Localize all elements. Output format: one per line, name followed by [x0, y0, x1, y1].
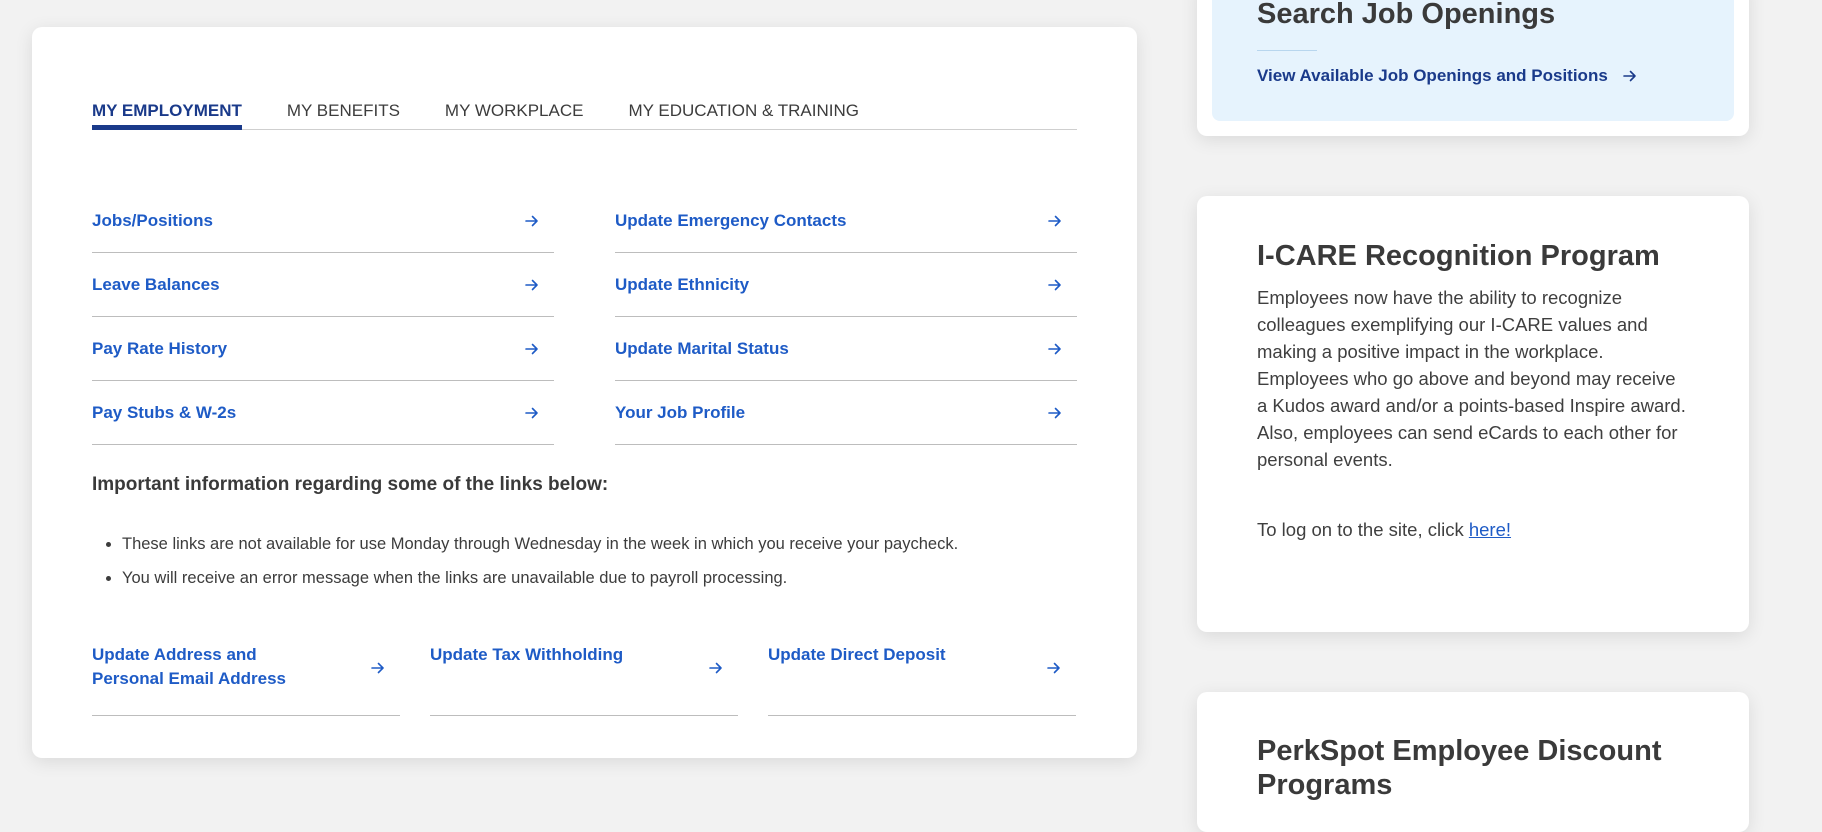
arrow-right-icon	[525, 343, 538, 354]
link-update-emergency-contacts[interactable]: Update Emergency Contacts	[615, 189, 1077, 253]
employment-link-grid: Jobs/Positions Update Emergency Contacts…	[92, 189, 1077, 445]
tab-bar: MY EMPLOYMENT MY BENEFITS MY WORKPLACE M…	[92, 73, 1077, 130]
payroll-link-row: Update Address and Personal Email Addres…	[92, 637, 1077, 716]
link-label: Jobs/Positions	[92, 210, 213, 230]
link-view-job-openings[interactable]: View Available Job Openings and Position…	[1257, 66, 1652, 86]
link-label: Update Ethnicity	[615, 274, 750, 294]
arrow-right-icon	[1047, 662, 1060, 674]
tab-my-benefits[interactable]: MY BENEFITS	[287, 73, 400, 129]
arrow-right-icon	[525, 215, 538, 226]
important-info-heading: Important information regarding some of …	[92, 474, 609, 495]
link-label: Your Job Profile	[615, 402, 746, 422]
link-update-ethnicity[interactable]: Update Ethnicity	[615, 253, 1077, 317]
my-employment-card: MY EMPLOYMENT MY BENEFITS MY WORKPLACE M…	[32, 27, 1137, 758]
link-label: Update Emergency Contacts	[615, 210, 847, 230]
list-item: You will receive an error message when t…	[122, 561, 1082, 595]
link-jobs-positions[interactable]: Jobs/Positions	[92, 189, 554, 253]
icare-card: I-CARE Recognition Program Employees now…	[1197, 196, 1749, 632]
link-your-job-profile[interactable]: Your Job Profile	[615, 381, 1077, 445]
link-pay-rate-history[interactable]: Pay Rate History	[92, 317, 554, 381]
search-jobs-panel: Search Job Openings View Available Job O…	[1212, 0, 1734, 121]
tab-my-employment[interactable]: MY EMPLOYMENT	[92, 73, 242, 130]
icare-title: I-CARE Recognition Program	[1257, 240, 1660, 272]
link-update-marital-status[interactable]: Update Marital Status	[615, 317, 1077, 381]
search-jobs-card: Search Job Openings View Available Job O…	[1197, 0, 1749, 136]
arrow-right-icon	[1622, 70, 1636, 82]
arrow-right-icon	[1048, 343, 1061, 354]
search-jobs-title: Search Job Openings	[1257, 0, 1556, 30]
divider	[1257, 50, 1317, 51]
link-leave-balances[interactable]: Leave Balances	[92, 253, 554, 317]
icare-login-text: To log on to the site, click here!	[1257, 519, 1511, 541]
link-update-tax-withholding[interactable]: Update Tax Withholding	[430, 637, 738, 716]
link-label: Pay Stubs & W-2s	[92, 402, 237, 422]
perkspot-title: PerkSpot Employee Discount Programs	[1257, 735, 1662, 801]
link-pay-stubs-w2s[interactable]: Pay Stubs & W-2s	[92, 381, 554, 445]
perkspot-card: PerkSpot Employee Discount Programs	[1197, 692, 1749, 832]
arrow-right-icon	[525, 279, 538, 290]
tab-my-education-training[interactable]: MY EDUCATION & TRAINING	[628, 73, 858, 129]
login-prefix: To log on to the site, click	[1257, 519, 1469, 540]
arrow-right-icon	[1048, 407, 1061, 418]
arrow-right-icon	[709, 662, 722, 674]
link-label: Leave Balances	[92, 274, 220, 294]
icare-description: Employees now have the ability to recogn…	[1257, 287, 1686, 470]
link-label: Update Marital Status	[615, 338, 789, 358]
link-label: Update Address and Personal Email Addres…	[92, 645, 287, 688]
arrow-right-icon	[371, 662, 384, 674]
link-update-address-email[interactable]: Update Address and Personal Email Addres…	[92, 637, 400, 716]
icare-login-link[interactable]: here!	[1469, 519, 1511, 540]
arrow-right-icon	[1048, 279, 1061, 290]
list-item: These links are not available for use Mo…	[122, 527, 1082, 561]
link-label: Update Direct Deposit	[768, 645, 946, 664]
arrow-right-icon	[1048, 215, 1061, 226]
link-label: Pay Rate History	[92, 338, 228, 358]
tab-my-workplace[interactable]: MY WORKPLACE	[445, 73, 584, 129]
link-update-direct-deposit[interactable]: Update Direct Deposit	[768, 637, 1076, 716]
important-info-list: These links are not available for use Mo…	[92, 527, 1082, 595]
link-label: View Available Job Openings and Position…	[1257, 66, 1608, 85]
arrow-right-icon	[525, 407, 538, 418]
link-label: Update Tax Withholding	[430, 645, 624, 664]
